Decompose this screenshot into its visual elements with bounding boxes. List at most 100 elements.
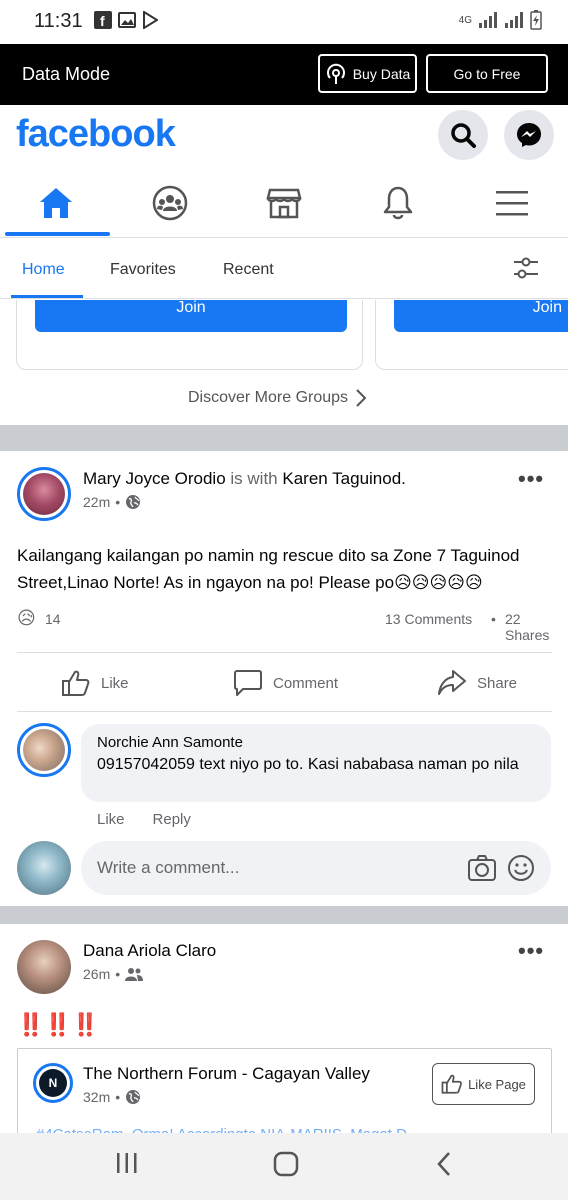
tagged-user-name[interactable]: Karen Taguinod. (282, 469, 406, 488)
write-comment-input[interactable]: Write a comment... (81, 841, 551, 895)
meta-dot: • (491, 611, 496, 627)
share-icon (438, 670, 466, 695)
comment-actions: Like Reply (97, 811, 191, 828)
comment-button[interactable]: Comment (233, 669, 338, 697)
app-header: facebook (0, 105, 568, 167)
search-button[interactable] (438, 110, 488, 160)
go-to-free-button[interactable]: Go to Free (426, 54, 548, 93)
like-page-button[interactable]: Like Page (432, 1063, 535, 1105)
comment-reply-button[interactable]: Reply (153, 811, 191, 828)
share-button[interactable]: Share (437, 669, 517, 697)
data-mode-label: Data Mode (22, 64, 111, 84)
menu-icon (496, 190, 528, 215)
post2-more-options[interactable]: ••• (518, 938, 544, 964)
data-mode-bar: Data Mode Buy Data Go to Free (0, 44, 568, 105)
shared-page-meta: 32m • (83, 1089, 141, 1105)
post-author-avatar[interactable] (17, 467, 71, 521)
signal-icon-2 (505, 12, 523, 28)
back-icon[interactable] (436, 1151, 452, 1177)
subtab-home[interactable]: Home (22, 261, 65, 279)
post-text: Kailangang kailangan po namin ng rescue … (17, 546, 520, 592)
post2-author-name[interactable]: Dana Ariola Claro (83, 941, 216, 961)
globe-icon (126, 1090, 141, 1104)
post-time[interactable]: 22m (83, 494, 110, 510)
post-author-name[interactable]: Mary Joyce Orodio (83, 469, 226, 488)
page-avatar[interactable]: N (33, 1063, 73, 1103)
facebook-logo: facebook (16, 113, 176, 155)
post-actions: Like Comment Share (17, 652, 552, 712)
share-label: Share (477, 674, 518, 692)
like-icon (441, 1074, 463, 1094)
comment-label: Comment (273, 674, 339, 692)
like-button[interactable]: Like (61, 669, 129, 697)
like-label: Like (101, 674, 129, 692)
join-group-button[interactable]: Join (35, 300, 347, 332)
current-user-avatar (17, 841, 71, 895)
main-nav-tabs (0, 167, 568, 238)
post-author-avatar[interactable] (17, 940, 71, 994)
camera-icon[interactable] (467, 854, 497, 882)
status-bar: 11:31 f 4G (0, 0, 568, 44)
northern-forum-logo: N (39, 1069, 67, 1097)
join-group-button[interactable]: Join (394, 300, 568, 332)
subtab-favorites[interactable]: Favorites (110, 261, 176, 279)
marketplace-icon (266, 188, 302, 218)
meta-dot: • (115, 1089, 121, 1105)
reactions-row: 😥 14 13 Comments • 22 Shares (17, 608, 552, 643)
discover-more-groups-link[interactable]: Discover More Groups (188, 389, 367, 407)
android-navigation-bar (0, 1133, 568, 1200)
battery-charging-icon (530, 10, 542, 30)
filter-icon[interactable] (512, 256, 540, 280)
comment-icon (234, 670, 262, 696)
tab-menu[interactable] (462, 167, 562, 238)
signal-icon (479, 12, 497, 28)
status-system-icons: 4G (459, 10, 542, 30)
feed-separator (0, 425, 568, 451)
tab-marketplace[interactable] (234, 167, 334, 238)
buy-data-label: Buy Data (352, 65, 411, 82)
emoji-icon[interactable] (507, 854, 535, 882)
gallery-notification-icon (118, 12, 136, 28)
group-card: Join (16, 300, 363, 370)
shared-page-name[interactable]: The Northern Forum - Cagayan Valley (83, 1064, 370, 1084)
shared-time[interactable]: 32m (83, 1089, 110, 1105)
subtab-recent[interactable]: Recent (223, 261, 274, 279)
messenger-button[interactable] (504, 110, 554, 160)
facebook-notification-icon: f (94, 11, 112, 29)
comment-like-button[interactable]: Like (97, 811, 125, 828)
chevron-right-icon (356, 389, 367, 407)
notifications-icon (383, 186, 413, 219)
comment-text: 09157042059 text niyo po to. Kasi nababa… (97, 756, 519, 773)
meta-dot: • (115, 494, 121, 510)
feed-separator (0, 906, 568, 924)
active-tab-indicator (5, 232, 110, 236)
commenter-name[interactable]: Norchie Ann Samonte (97, 734, 535, 751)
subtab-active-indicator (11, 295, 83, 298)
tab-home[interactable] (6, 167, 106, 238)
post-header-line: Mary Joyce Orodio is with Karen Taguinod… (83, 469, 406, 489)
status-time: 11:31 (34, 10, 83, 32)
comment-bubble: Norchie Ann Samonte 09157042059 text niy… (81, 724, 551, 802)
reaction-count[interactable]: 14 (45, 611, 61, 627)
shares-count[interactable]: 22 Shares (505, 611, 552, 643)
post2-time[interactable]: 26m (83, 966, 110, 982)
search-icon (451, 123, 476, 148)
tab-notifications[interactable] (348, 167, 448, 238)
commenter-avatar[interactable] (17, 723, 71, 777)
post2-meta: 26m • (83, 966, 144, 982)
network-type: 4G (458, 14, 472, 26)
comments-count[interactable]: 13 Comments (385, 611, 472, 627)
home-icon (40, 187, 72, 218)
recent-apps-icon[interactable] (116, 1151, 138, 1175)
buy-data-button[interactable]: Buy Data (318, 54, 417, 93)
sad-reaction-icon: 😥 (17, 608, 36, 628)
post-more-options[interactable]: ••• (518, 466, 544, 492)
tab-groups[interactable] (120, 167, 220, 238)
play-store-notification-icon (143, 11, 158, 29)
group-card: Join (375, 300, 568, 370)
messenger-icon (517, 123, 541, 147)
home-nav-icon[interactable] (273, 1151, 299, 1177)
like-icon (62, 670, 90, 696)
meta-dot: • (115, 966, 121, 982)
with-text: is with (230, 469, 278, 488)
